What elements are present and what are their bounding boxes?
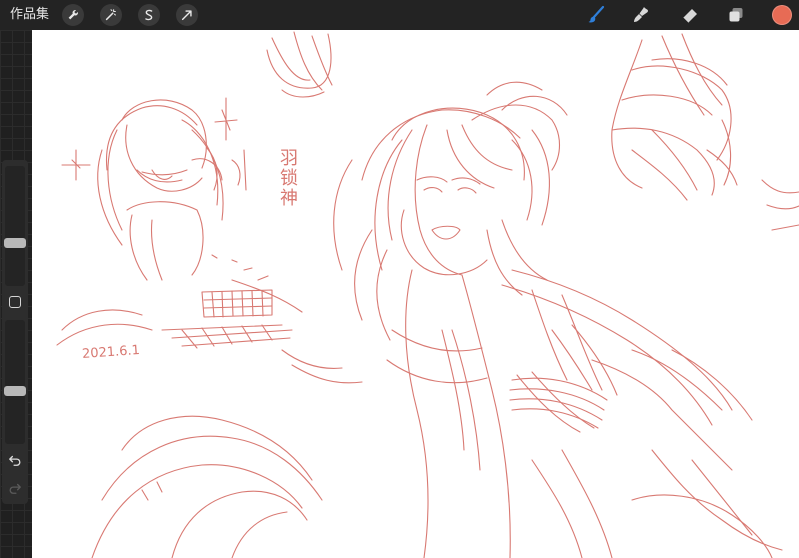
gallery-button[interactable]: 作品集 [10, 6, 49, 24]
left-rail [0, 30, 32, 558]
undo-icon [9, 455, 21, 466]
adjustments-button[interactable] [100, 4, 122, 26]
smudge-button[interactable] [630, 3, 654, 27]
eraser-icon [682, 9, 697, 24]
sidebar [2, 160, 28, 504]
redo-button[interactable] [7, 480, 23, 496]
drawing-canvas[interactable]: 羽锁神 2021.6.1 [32, 30, 799, 558]
modify-button[interactable] [9, 296, 21, 308]
brush-button[interactable] [584, 3, 608, 27]
layers-icon [729, 8, 743, 22]
wrench-icon [68, 10, 78, 20]
magic-wand-icon [105, 9, 116, 21]
top-toolbar: 作品集 [0, 0, 799, 30]
layers-button[interactable] [724, 3, 748, 27]
color-picker-button[interactable] [772, 5, 792, 25]
transform-button[interactable] [176, 4, 198, 26]
redo-icon [9, 483, 21, 494]
brush-opacity-slider[interactable] [4, 320, 26, 444]
sketch-artwork [56, 31, 799, 558]
brush-icon [588, 5, 605, 23]
brush-opacity-handle[interactable] [4, 386, 26, 396]
smudge-icon [634, 7, 649, 22]
transform-arrow-icon [181, 10, 192, 21]
undo-button[interactable] [7, 452, 23, 468]
eraser-button[interactable] [678, 3, 702, 27]
brush-size-slider[interactable] [4, 166, 26, 286]
sketch-text-vertical: 羽锁神 [277, 148, 298, 208]
brush-size-handle[interactable] [4, 238, 26, 248]
selection-button[interactable] [138, 4, 160, 26]
selection-icon [145, 9, 153, 21]
actions-button[interactable] [62, 4, 84, 26]
